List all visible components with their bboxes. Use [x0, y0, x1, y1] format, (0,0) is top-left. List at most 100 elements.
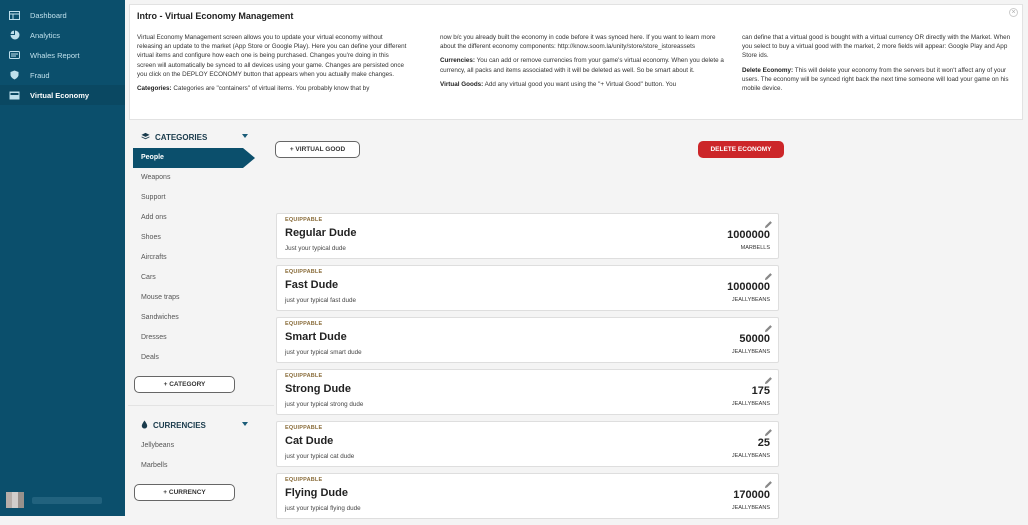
good-price: 175	[751, 385, 770, 397]
good-currency: JEALLYBEANS	[731, 505, 770, 511]
user-menu[interactable]	[0, 490, 125, 510]
pencil-icon[interactable]	[764, 476, 773, 489]
good-currency: MARBELLS	[740, 245, 770, 251]
good-type-label: EQUIPPABLE	[285, 477, 323, 483]
good-name: Flying Dude	[285, 487, 348, 499]
economy-icon	[9, 91, 20, 100]
good-currency: JEALLYBEANS	[731, 297, 770, 303]
add-virtual-good-button[interactable]: + VIRTUAL GOOD	[275, 141, 360, 158]
currency-item-jellybeans[interactable]: Jellybeans	[133, 436, 258, 456]
avatar[interactable]	[6, 492, 24, 508]
sidebar-item-label: Virtual Economy	[30, 90, 90, 100]
intro-panel: Intro - Virtual Economy Management × Vir…	[129, 4, 1023, 120]
good-price: 1000000	[727, 229, 770, 241]
sidebar-item-label: Fraud	[30, 70, 50, 80]
good-name: Cat Dude	[285, 435, 334, 447]
sidebar-item-fraud[interactable]: Fraud	[0, 65, 125, 85]
dashboard-icon	[9, 10, 20, 20]
virtual-good-card[interactable]: EQUIPPABLE Regular Dude Just your typical …	[276, 213, 779, 259]
virtual-good-card[interactable]: EQUIPPABLE Cat Dude just your typical cat …	[276, 421, 779, 467]
layers-icon	[141, 132, 150, 143]
currency-list: Jellybeans Marbells	[133, 436, 258, 476]
virtual-good-card[interactable]: EQUIPPABLE Fast Dude just your typical fas…	[276, 265, 779, 311]
good-price: 1000000	[727, 281, 770, 293]
add-category-button[interactable]: + CATEGORY	[134, 376, 235, 393]
category-item-sandwiches[interactable]: Sandwiches	[133, 308, 258, 328]
category-item-cars[interactable]: Cars	[133, 268, 258, 288]
category-list: People Weapons Support Add ons Shoes Aircraft…	[133, 148, 258, 368]
good-name: Strong Dude	[285, 383, 351, 395]
virtual-good-card[interactable]: EQUIPPABLE Strong Dude just your typical s…	[276, 369, 779, 415]
sidebar-item-label: Whales Report	[30, 50, 80, 60]
pencil-icon[interactable]	[764, 372, 773, 385]
good-name: Smart Dude	[285, 331, 347, 343]
sidebar-item-analytics[interactable]: Analytics	[0, 25, 125, 45]
good-price: 25	[757, 437, 770, 449]
good-price: 50000	[739, 333, 770, 345]
currencies-collapse-icon[interactable]	[242, 422, 248, 426]
sidebar-item-virtual-economy[interactable]: Virtual Economy	[0, 85, 125, 105]
currencies-header: CURRENCIES	[141, 420, 206, 431]
good-price: 170000	[733, 489, 770, 501]
sidebar-item-whales-report[interactable]: Whales Report	[0, 45, 125, 65]
pencil-icon[interactable]	[764, 320, 773, 333]
category-item-deals[interactable]: Deals	[133, 348, 258, 368]
intro-text: Categories are "containers" of virtual i…	[171, 85, 370, 93]
good-description: just your typical strong dude	[285, 401, 364, 408]
good-name: Regular Dude	[285, 227, 357, 239]
category-item-aircrafts[interactable]: Aircrafts	[133, 248, 258, 268]
good-currency: JEALLYBEANS	[731, 453, 770, 459]
good-currency: JEALLYBEANS	[731, 349, 770, 355]
category-item-support[interactable]: Support	[133, 188, 258, 208]
close-icon[interactable]: ×	[1009, 8, 1018, 17]
categories-header: CATEGORIES	[141, 132, 207, 143]
good-type-label: EQUIPPABLE	[285, 373, 323, 379]
user-name-blurred	[32, 496, 102, 504]
categories-collapse-icon[interactable]	[242, 134, 248, 138]
sidebar-item-dashboard[interactable]: Dashboard	[0, 5, 125, 25]
good-type-label: EQUIPPABLE	[285, 321, 323, 327]
good-description: just your typical cat dude	[285, 453, 355, 460]
categories-title: CATEGORIES	[155, 133, 208, 142]
currency-item-marbells[interactable]: Marbells	[133, 456, 258, 476]
good-description: just your typical flying dude	[285, 505, 361, 512]
intro-label: Categories:	[137, 85, 172, 93]
sidebar-nav: Dashboard Analytics Whales Report Fraud Virt…	[0, 0, 125, 105]
sidebar: Dashboard Analytics Whales Report Fraud Virt…	[0, 0, 125, 516]
intro-text: Virtual Economy Management screen allows…	[137, 34, 407, 78]
currencies-title: CURRENCIES	[153, 421, 206, 430]
pencil-icon[interactable]	[764, 216, 773, 229]
add-currency-button[interactable]: + CURRENCY	[134, 484, 235, 501]
whales-icon	[9, 51, 20, 60]
category-item-add-ons[interactable]: Add ons	[133, 208, 258, 228]
sidebar-item-label: Dashboard	[30, 10, 67, 20]
category-item-dresses[interactable]: Dresses	[133, 328, 258, 348]
good-type-label: EQUIPPABLE	[285, 269, 323, 275]
divider	[128, 405, 274, 406]
analytics-icon	[9, 30, 20, 40]
intro-column-2: now b/c you already built the economy in…	[440, 33, 725, 94]
category-item-mouse-traps[interactable]: Mouse traps	[133, 288, 258, 308]
delete-economy-button[interactable]: DELETE ECONOMY	[698, 141, 784, 158]
intro-label: Delete Economy:	[742, 66, 794, 74]
pencil-icon[interactable]	[764, 424, 773, 437]
category-item-weapons[interactable]: Weapons	[133, 168, 258, 188]
good-description: just your typical fast dude	[285, 297, 357, 304]
virtual-good-card[interactable]: EQUIPPABLE Smart Dude just your typical sm…	[276, 317, 779, 363]
category-item-shoes[interactable]: Shoes	[133, 228, 258, 248]
good-type-label: EQUIPPABLE	[285, 425, 323, 431]
intro-text: You can add or remove currencies from yo…	[440, 57, 724, 74]
virtual-good-card[interactable]: EQUIPPABLE Flying Dude just your typical f…	[276, 473, 779, 519]
pencil-icon[interactable]	[764, 268, 773, 281]
intro-column-1: Virtual Economy Management screen allows…	[137, 33, 407, 98]
good-description: Just your typical dude	[285, 245, 346, 252]
intro-text: can define that a virtual good is bought…	[742, 34, 1011, 60]
drop-icon	[141, 420, 148, 431]
intro-column-3: can define that a virtual good is bought…	[742, 33, 1017, 98]
category-item-people[interactable]: People	[133, 148, 255, 168]
intro-title: Intro - Virtual Economy Management	[137, 11, 294, 21]
good-currency: JEALLYBEANS	[731, 401, 770, 407]
good-description: just your typical smart dude	[285, 349, 362, 356]
good-type-label: EQUIPPABLE	[285, 217, 323, 223]
virtual-goods-list: EQUIPPABLE Regular Dude Just your typical …	[276, 213, 779, 525]
